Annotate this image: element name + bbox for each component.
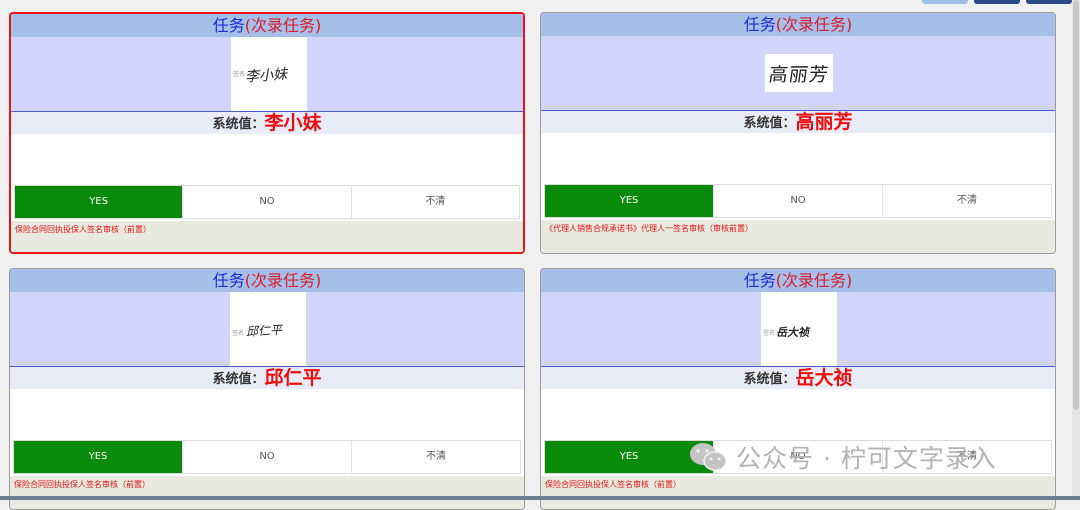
system-value-row: 系统值：邱仁平	[10, 367, 524, 389]
system-value-label: 系统值：	[743, 116, 796, 131]
blank-area	[10, 389, 524, 440]
system-value: 岳大祯	[795, 367, 853, 389]
toolbar-button[interactable]	[1026, 0, 1072, 4]
signature-ink: 高丽芳	[767, 64, 831, 86]
signature-image: 签名 邱仁平	[230, 292, 306, 366]
taskbar	[0, 496, 1080, 500]
option-no-button[interactable]: NO	[183, 441, 352, 473]
option-group: YES NO 不清	[13, 440, 521, 474]
scrollbar-thumb[interactable]	[1073, 0, 1079, 410]
header-title: 任务	[212, 271, 245, 290]
system-value-row: 系统值：高丽芳	[541, 111, 1055, 133]
task-card-2[interactable]: 任务(次录任务) 高丽芳 系统值：高丽芳 YES NO 不清 《代理人销售合规承…	[540, 12, 1056, 254]
card-header: 任务(次录任务)	[10, 269, 524, 292]
card-footer-note: 《代理人销售合规承诺书》代理人一签名审核（审核前置）	[541, 220, 1055, 253]
system-value: 邱仁平	[264, 367, 322, 389]
option-yes-button[interactable]: YES	[14, 441, 183, 473]
signature-ink: 邱仁平	[245, 323, 283, 339]
card-footer-note: 保险合同回执投保人签名审核（前置）	[11, 221, 523, 252]
header-title: 任务	[743, 271, 776, 290]
card-footer-note: 保险合同回执投保人签名审核（前置）	[541, 476, 1055, 509]
option-unclear-button[interactable]: 不清	[352, 441, 520, 473]
task-card-1[interactable]: 任务(次录任务) 签名 李小妹 系统值：李小妹 YES NO 不清 保险合同回执…	[9, 12, 525, 254]
signature-ink: 岳大祯	[775, 326, 812, 339]
card-header: 任务(次录任务)	[541, 269, 1055, 292]
signature-image: 签名 岳大祯	[761, 292, 837, 366]
system-value-row: 系统值：岳大祯	[541, 367, 1055, 389]
signature-image-area: 签名 李小妹	[11, 37, 523, 112]
option-unclear-button[interactable]: 不清	[351, 186, 519, 218]
task-card-3[interactable]: 任务(次录任务) 签名 邱仁平 系统值：邱仁平 YES NO 不清 保险合同回执…	[9, 268, 525, 510]
blank-area	[11, 134, 523, 185]
header-subtitle: (次录任务)	[244, 16, 322, 35]
header-subtitle: (次录任务)	[775, 271, 853, 290]
header-title: 任务	[743, 15, 776, 34]
option-no-button[interactable]: NO	[714, 185, 883, 217]
wechat-icon	[690, 443, 727, 471]
card-footer-note: 保险合同回执投保人签名审核（前置）	[10, 476, 524, 509]
signature-ink: 李小妹	[244, 66, 288, 86]
option-group: YES NO 不清	[544, 184, 1052, 218]
toolbar-button[interactable]	[922, 0, 968, 4]
blank-area	[541, 133, 1055, 184]
card-header: 任务(次录任务)	[11, 14, 523, 37]
signature-prefix: 签名	[763, 330, 776, 337]
system-value-label: 系统值：	[212, 117, 265, 132]
blank-area	[541, 389, 1055, 440]
signature-image: 高丽芳	[765, 54, 833, 92]
option-unclear-button[interactable]: 不清	[883, 185, 1051, 217]
system-value-row: 系统值：李小妹	[11, 112, 523, 134]
signature-image-area: 签名 邱仁平	[10, 292, 524, 367]
system-value-label: 系统值：	[212, 372, 265, 387]
signature-image-area: 签名 岳大祯	[541, 292, 1055, 367]
top-toolbar	[922, 0, 1072, 4]
header-subtitle: (次录任务)	[244, 271, 322, 290]
signature-image-area: 高丽芳	[541, 36, 1055, 111]
system-value-label: 系统值：	[743, 372, 796, 387]
watermark-text: 公众号 · 柠可文字录入	[736, 444, 997, 473]
signature-prefix: 签名	[232, 330, 245, 337]
option-group: YES NO 不清	[14, 185, 520, 219]
vertical-scrollbar[interactable]	[1072, 0, 1080, 500]
card-header: 任务(次录任务)	[541, 13, 1055, 36]
option-no-button[interactable]: NO	[183, 186, 352, 218]
option-yes-button[interactable]: YES	[545, 185, 714, 217]
toolbar-button[interactable]	[974, 0, 1020, 4]
header-title: 任务	[212, 16, 245, 35]
signature-prefix: 签名	[233, 71, 246, 78]
watermark: 公众号 · 柠可文字录入	[688, 440, 997, 474]
system-value: 李小妹	[264, 112, 322, 134]
signature-image: 签名 李小妹	[231, 37, 307, 111]
option-yes-button[interactable]: YES	[15, 186, 184, 218]
header-subtitle: (次录任务)	[775, 15, 853, 34]
system-value: 高丽芳	[795, 111, 853, 133]
